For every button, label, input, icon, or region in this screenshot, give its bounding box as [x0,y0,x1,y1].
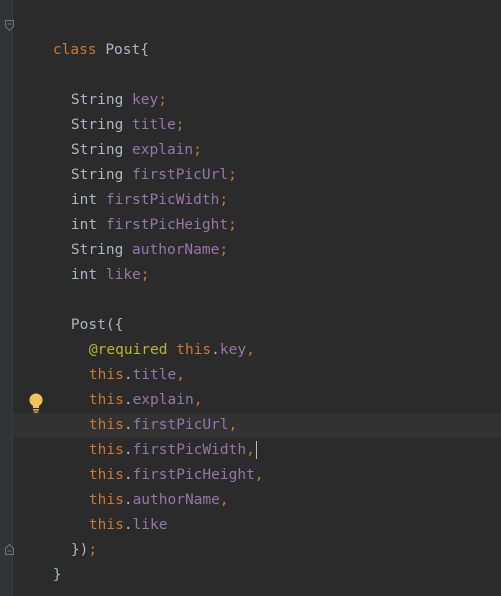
close-brace: } [52,567,62,583]
semicolon: ; [228,217,237,233]
code-line-constructor-close[interactable]: }); [36,513,97,558]
code-line-param[interactable]: this.title, [54,338,185,383]
code-editor[interactable]: class Post{ String key; String title; St… [0,0,501,596]
constructor-close: }) [70,542,89,558]
semicolon: ; [88,542,98,558]
comma: , [219,492,229,508]
code-line-field[interactable]: String title; [36,88,185,133]
fold-marker-icon[interactable] [5,544,14,555]
code-line-param-current[interactable]: this.firstPicWidth, [54,413,257,459]
semicolon: ; [140,267,150,283]
lightbulb-icon[interactable] [27,392,45,414]
code-line-field[interactable]: String explain; [36,113,202,158]
field-name: like [105,267,141,283]
semicolon: ; [228,167,237,183]
code-line-param[interactable]: @required this.key, [54,313,255,358]
code-line-param[interactable]: this.like [54,488,168,533]
code-line-field[interactable]: int like; [36,238,150,283]
fold-marker-icon[interactable] [5,20,14,31]
code-line-field[interactable]: int firstPicWidth; [36,163,228,208]
code-line-param[interactable]: this.authorName, [54,463,229,508]
code-line-field[interactable]: String authorName; [36,213,228,258]
editor-gutter[interactable] [0,0,13,596]
code-line-class-decl[interactable]: class Post{ [18,13,149,58]
dot: . [123,517,133,533]
code-line-param[interactable]: this.firstPicHeight, [54,438,264,483]
code-line-param[interactable]: this.firstPicUrl, [54,388,237,433]
semicolon: ; [219,242,229,258]
code-line-field[interactable]: String firstPicUrl; [36,138,237,183]
comma: , [246,342,255,358]
keyword-class: class [52,42,97,58]
field-type: int [70,267,98,283]
code-line-constructor-open[interactable]: Post({ [36,288,123,333]
code-line-class-close[interactable]: } [18,538,62,583]
param-name: like [132,517,168,533]
class-name: Post [105,42,141,58]
param-name: key [219,342,247,358]
code-line-param[interactable]: this.explain, [54,363,203,408]
dot: . [211,342,220,358]
comma: , [254,467,264,483]
code-line-field[interactable]: String key; [36,63,167,108]
open-brace: { [140,42,149,58]
code-line-field[interactable]: int firstPicHeight; [36,188,237,233]
